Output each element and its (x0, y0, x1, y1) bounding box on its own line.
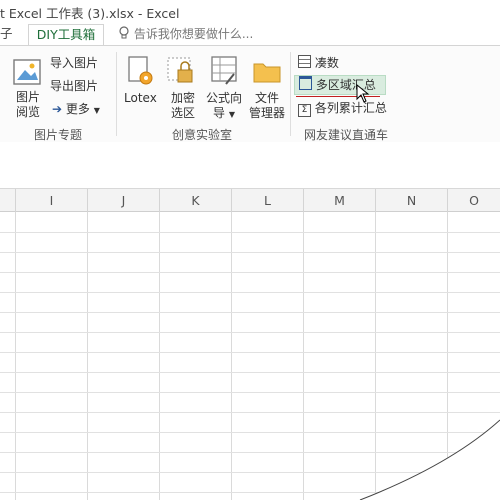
more-label: 更多 (65, 102, 90, 116)
group-label-creative: 创意实验室 (172, 128, 233, 142)
lotex-label: Lotex (124, 91, 157, 105)
formula-wizard-icon (211, 56, 237, 85)
tell-me-placeholder: 告诉我你想要做什么... (133, 27, 254, 41)
column-header-m[interactable]: M (304, 189, 376, 212)
grid-line (15, 212, 16, 500)
multi-region-sum-button[interactable]: 多区域汇总 (294, 75, 386, 95)
picture-view-label: 图片 阅览 (15, 90, 40, 119)
row-line (0, 332, 500, 333)
more-button[interactable]: ➔ 更多 ▼ (52, 102, 100, 118)
row-line (0, 392, 500, 393)
import-picture-label[interactable]: 导入图片 (50, 56, 98, 71)
grid-line (303, 212, 304, 500)
row-line (0, 272, 500, 273)
ribbon: 图片 阅览 导入图片 导出图片 ➔ 更多 ▼ 图片专题 Lotex 加密 选区 (0, 45, 500, 143)
page-curl (340, 410, 500, 504)
collect-count-button[interactable]: 凑数 (298, 55, 339, 71)
collect-count-label: 凑数 (314, 56, 339, 70)
arrow-right-icon: ➔ (52, 102, 63, 116)
row-line (0, 232, 500, 233)
group-label-netfriend: 网友建议直通车 (304, 128, 389, 142)
tab-partial[interactable]: 子 (0, 24, 22, 46)
encrypt-selection-button[interactable] (166, 54, 196, 92)
grid-line (159, 212, 160, 500)
row-line (0, 352, 500, 353)
file-manager-label: 文件 管理器 (248, 91, 285, 120)
lotex-button[interactable] (126, 54, 156, 92)
column-header-i[interactable]: I (16, 189, 88, 212)
column-cumulative-sum-label: 各列累计汇总 (314, 101, 387, 115)
row-line (0, 292, 500, 293)
formula-wizard-label: 公式向 导 ▼ (205, 91, 242, 120)
column-header-row: I J K L M N O (0, 188, 500, 212)
chevron-down-icon: ▼ (93, 106, 100, 115)
lightbulb-icon (119, 26, 129, 39)
sigma-icon: Σ (298, 104, 311, 117)
tab-diy-toolbox[interactable]: DIY工具箱 (28, 24, 104, 46)
file-manager-button[interactable] (252, 56, 282, 90)
row-line (0, 312, 500, 313)
window-title: t Excel 工作表 (3).xlsx - Excel (0, 6, 180, 21)
grid-line (87, 212, 88, 500)
group-label-picture: 图片专题 (34, 128, 83, 142)
grid-icon (298, 55, 311, 68)
row-line (0, 252, 500, 253)
column-header-o[interactable]: O (448, 189, 500, 212)
group-separator (290, 52, 291, 136)
title-bar: t Excel 工作表 (3).xlsx - Excel (0, 0, 500, 22)
column-cumulative-sum-button[interactable]: Σ 各列累计汇总 (298, 101, 387, 117)
column-header-l[interactable]: L (232, 189, 304, 212)
folder-icon (253, 63, 281, 83)
ribbon-tab-strip: 子 DIY工具箱 告诉我你想要做什么... (0, 22, 500, 46)
column-header-n[interactable]: N (376, 189, 448, 212)
table-icon (299, 76, 312, 90)
column-header-k[interactable]: K (160, 189, 232, 212)
encrypt-selection-label: 加密 选区 (170, 91, 195, 120)
group-separator (116, 52, 117, 136)
column-header-j[interactable]: J (88, 189, 160, 212)
tell-me-box[interactable]: 告诉我你想要做什么... (118, 25, 288, 45)
picture-view-icon (13, 59, 41, 85)
picture-view-button[interactable] (12, 56, 42, 92)
grid-line (231, 212, 232, 500)
chevron-down-icon: ▼ (228, 110, 235, 119)
lock-icon (167, 57, 193, 83)
column-header-partial (0, 189, 16, 212)
formula-wizard-button[interactable] (210, 54, 240, 92)
export-picture-label[interactable]: 导出图片 (50, 79, 98, 94)
row-line (0, 372, 500, 373)
lotex-icon (128, 56, 153, 85)
formula-area (0, 142, 500, 188)
